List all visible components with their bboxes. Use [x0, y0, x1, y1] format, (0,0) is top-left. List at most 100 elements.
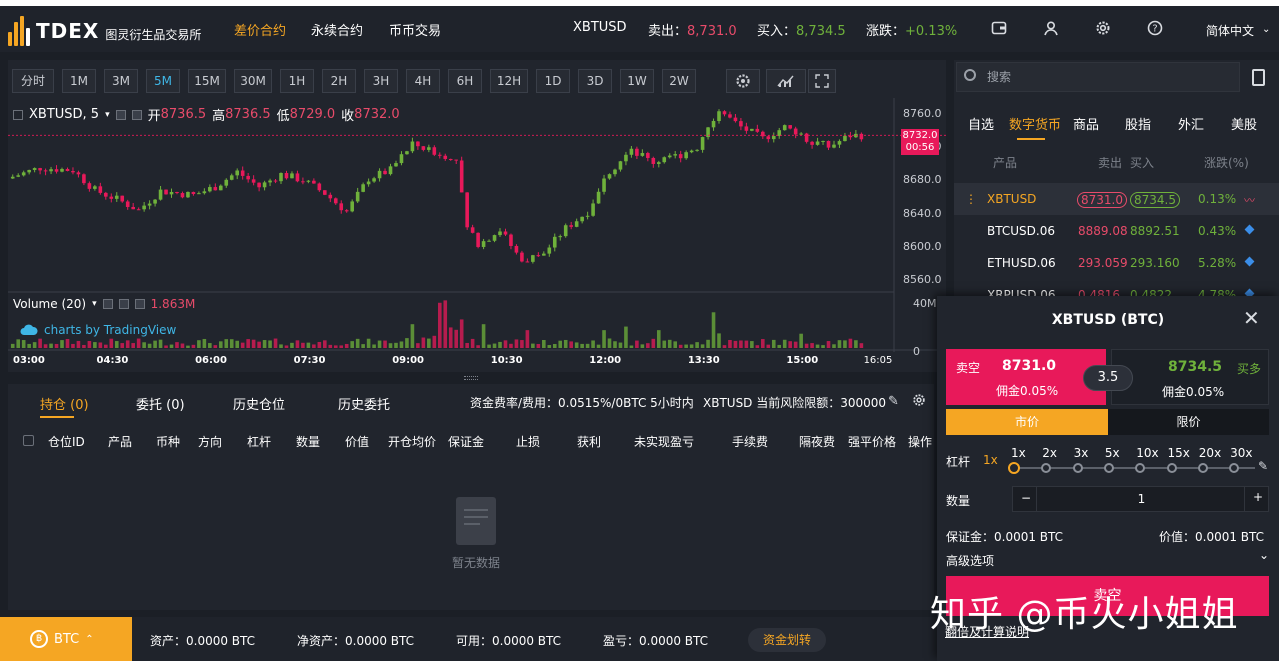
nav-spot[interactable]: 币币交易 — [389, 20, 441, 39]
timeframe-4H[interactable]: 4H — [406, 69, 440, 93]
timeframe-30M[interactable]: 30M — [234, 69, 272, 93]
market-order-tab[interactable]: 市价 — [946, 409, 1108, 435]
timeframe-3M[interactable]: 3M — [104, 69, 138, 93]
time-axis[interactable]: 03:00 04:30 06:00 07:30 09:00 10:30 12:00 13:30… — [8, 350, 946, 372]
leverage-slider-stop[interactable] — [1072, 463, 1083, 473]
volume-chevron-icon[interactable]: ▾ — [92, 299, 97, 309]
fullscreen-icon[interactable] — [808, 69, 836, 93]
volume-bar — [180, 343, 185, 348]
help-icon[interactable]: ? — [1146, 20, 1164, 38]
tradingview-link[interactable]: charts by TradingView — [20, 323, 176, 337]
timeframe-1W[interactable]: 1W — [620, 69, 654, 93]
timeframe-分时[interactable]: 分时 — [12, 69, 54, 93]
edit-leverage-icon[interactable]: ✎ — [1258, 459, 1268, 473]
language-select[interactable]: 简体中文 — [1206, 22, 1254, 39]
coin-selector[interactable]: ฿ BTC ⌃ — [0, 617, 132, 661]
candlestick-chart[interactable] — [8, 98, 946, 352]
leverage-slider-stop[interactable] — [1041, 463, 1052, 473]
market-tab-forex[interactable]: 外汇 — [1178, 114, 1204, 133]
volume-legend: Volume (20) ▾ 1.863M — [13, 297, 195, 311]
leverage-option-30x[interactable]: 30x — [1230, 446, 1252, 460]
qty-plus-button[interactable]: + — [1253, 490, 1263, 504]
user-icon[interactable] — [1042, 20, 1060, 38]
tab-position-history[interactable]: 历史仓位 — [233, 394, 285, 413]
volume-eye-icon[interactable] — [102, 299, 113, 309]
timeframe-1M[interactable]: 1M — [62, 69, 96, 93]
calculator-icon[interactable] — [1252, 69, 1265, 86]
col-header: 止损 — [516, 435, 541, 449]
tab-positions[interactable]: 持仓 (0) — [40, 394, 89, 413]
drag-handle-icon[interactable]: ⋮ — [965, 192, 977, 206]
buy-side-button[interactable]: 8734.5 买多 佣金0.05% — [1111, 349, 1269, 405]
wallet-icon[interactable] — [990, 20, 1008, 38]
leverage-slider-stop[interactable] — [1229, 463, 1240, 473]
tab-open-orders[interactable]: 委托 (0) — [136, 394, 185, 413]
brand-logo[interactable]: TDEX 图灵衍生品交易所 — [8, 16, 201, 46]
advanced-options[interactable]: 高级选项 — [946, 552, 994, 569]
leverage-slider-thumb[interactable] — [1008, 462, 1020, 474]
market-tab-indices[interactable]: 股指 — [1125, 114, 1151, 133]
close-icon[interactable]: ✕ — [1243, 306, 1260, 330]
candle-body — [635, 148, 639, 156]
timeframe-6H[interactable]: 6H — [448, 69, 482, 93]
chevron-down-icon[interactable]: ⌄ — [1262, 24, 1270, 35]
select-all-checkbox[interactable] — [23, 435, 34, 446]
limit-order-tab[interactable]: 限价 — [1108, 409, 1269, 435]
market-row[interactable]: ⋮ XBTUSD 8731.0 8734.5 0.13% 〰 — [954, 183, 1279, 215]
quantity-stepper[interactable]: − 1 + — [1012, 486, 1269, 512]
market-tab-us-stocks[interactable]: 美股 — [1231, 114, 1257, 133]
leverage-option-10x[interactable]: 10x — [1136, 446, 1158, 460]
market-tab-crypto[interactable]: 数字货币 — [1009, 114, 1061, 133]
leverage-slider-stop[interactable] — [1135, 463, 1146, 473]
gear-icon[interactable] — [1094, 20, 1112, 38]
indicators-icon[interactable] — [766, 69, 806, 93]
leverage-option-15x[interactable]: 15x — [1168, 446, 1190, 460]
timeframe-3D[interactable]: 3D — [578, 69, 612, 93]
settings-icon[interactable] — [912, 393, 926, 410]
volume-label[interactable]: Volume (20) — [13, 297, 86, 311]
timeframe-2W[interactable]: 2W — [662, 69, 696, 93]
market-row[interactable]: BTCUSD.06 8889.08 8892.51 0.43% — [954, 215, 1279, 247]
leverage-option-5x[interactable]: 5x — [1105, 446, 1120, 460]
nav-cfd[interactable]: 差价合约 — [234, 20, 286, 39]
chart-settings-gear-icon[interactable] — [726, 69, 760, 93]
volume-settings-icon[interactable] — [118, 299, 129, 309]
volume-bar — [536, 344, 541, 348]
edit-icon[interactable]: ✎ — [888, 394, 899, 409]
timeframe-1H[interactable]: 1H — [280, 69, 314, 93]
volume-close-icon[interactable] — [134, 299, 145, 309]
qty-input[interactable]: 1 — [1013, 492, 1270, 506]
candle-body — [848, 135, 853, 138]
leverage-slider-stop[interactable] — [1103, 463, 1114, 473]
market-tab-favorites[interactable]: 自选 — [968, 114, 994, 133]
timeframe-1D[interactable]: 1D — [536, 69, 570, 93]
col-buy[interactable]: 买入 — [1130, 154, 1154, 171]
leverage-option-3x[interactable]: 3x — [1074, 446, 1089, 460]
leverage-option-1x[interactable]: 1x — [1011, 446, 1026, 460]
leverage-slider-stop[interactable] — [1197, 463, 1208, 473]
leverage-option-2x[interactable]: 2x — [1042, 446, 1057, 460]
advanced-chevron-icon[interactable]: ⌄ — [1259, 548, 1269, 562]
market-row[interactable]: ETHUSD.06 293.059 293.160 5.28% — [954, 247, 1279, 279]
col-change[interactable]: 涨跌(%) — [1204, 154, 1249, 171]
sell-side-button[interactable]: 卖空 8731.0 佣金0.05% — [946, 349, 1106, 405]
market-row-change: 0.43% — [1198, 224, 1237, 238]
transfer-button[interactable]: 资金划转 — [748, 628, 826, 652]
market-tab-commodities[interactable]: 商品 — [1073, 114, 1099, 133]
timeframe-2H[interactable]: 2H — [322, 69, 356, 93]
timeframe-3H[interactable]: 3H — [364, 69, 398, 93]
tab-order-history[interactable]: 历史委托 — [338, 394, 390, 413]
search-input[interactable]: 搜索 — [956, 62, 1240, 92]
timeframe-5M[interactable]: 5M — [146, 69, 180, 93]
candle-body — [333, 198, 338, 204]
resize-handle-icon[interactable] — [464, 376, 478, 380]
leverage-option-20x[interactable]: 20x — [1199, 446, 1221, 460]
col-sell[interactable]: 卖出 — [1098, 154, 1122, 171]
timeframe-12H[interactable]: 12H — [490, 69, 528, 93]
candle-body — [810, 141, 814, 145]
timeframe-15M[interactable]: 15M — [188, 69, 226, 93]
volume-bar — [333, 345, 338, 348]
nav-perpetual[interactable]: 永续合约 — [311, 20, 363, 39]
candle-body — [421, 146, 426, 150]
leverage-slider-stop[interactable] — [1166, 463, 1177, 473]
